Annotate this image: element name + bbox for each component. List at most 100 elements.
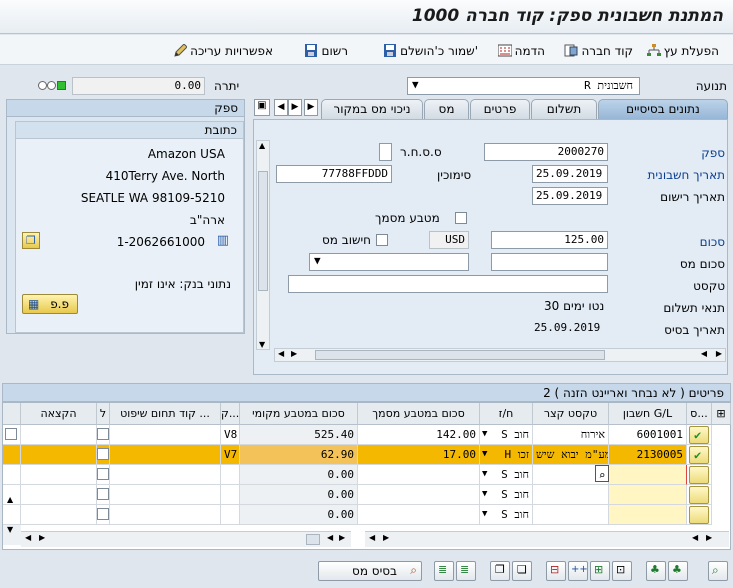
col-amount-doc[interactable]: סכום במטבע מסמך [358, 403, 480, 425]
col-jurisdiction[interactable]: קוד תחום שיפוט ... [110, 403, 221, 425]
toolbar-edit-options-button[interactable]: אפשרויות עריכה [173, 42, 273, 59]
grid-config-icon[interactable]: ⊞ [712, 403, 731, 425]
grid-cell-l[interactable] [97, 425, 110, 445]
grid-hscroll-thumb[interactable] [306, 534, 320, 545]
vendor-field[interactable]: 2000270 [484, 143, 608, 161]
posting-date-field[interactable]: 25.09.2019 [532, 187, 608, 205]
scroll-thumb[interactable] [258, 171, 268, 291]
grid-cell-text[interactable] [533, 505, 609, 525]
grid-cell-assign[interactable] [21, 445, 97, 465]
grid-vertical-scrollbar[interactable]: ▲ ▼ [3, 495, 21, 545]
grid-scroll-right-icon[interactable]: ▶ [39, 533, 45, 542]
scroll-left-end-icon[interactable]: ◀ [701, 349, 707, 358]
row-checkbox[interactable] [97, 468, 109, 480]
col-status[interactable]: ס... [687, 403, 712, 425]
row-check-button[interactable]: ✔ [689, 426, 709, 444]
col-short-text[interactable]: טקסט קצר [533, 403, 609, 425]
grid-cell-dc[interactable]: S חוב ▼ [480, 465, 533, 485]
horizontal-scrollbar[interactable]: ◀ ▶ ◀ ▶ [274, 348, 726, 362]
grid-cell-dc[interactable]: S חוב ▼ [480, 485, 533, 505]
grid-cell-sel[interactable] [3, 425, 21, 445]
grid-cell-account[interactable] [609, 465, 687, 485]
scroll-right-icon[interactable]: ▶ [291, 349, 297, 358]
vertical-scrollbar[interactable]: ▲ ▼ [256, 140, 270, 350]
grid-cell-amount_doc[interactable] [358, 485, 480, 505]
grid-cell-assign[interactable] [21, 485, 97, 505]
grid-cell-sel[interactable] [3, 445, 21, 465]
tab-tax[interactable]: מס [424, 99, 469, 119]
amount-field[interactable]: 125.00 [491, 231, 608, 249]
grid-cell-sel[interactable] [3, 505, 21, 525]
grid-cell-l[interactable] [97, 485, 110, 505]
calc-tax-checkbox[interactable] [376, 234, 388, 249]
phone-icon[interactable]: ▥ [217, 233, 229, 248]
grid-cell-amount_doc[interactable]: 17.00 [358, 445, 480, 465]
grid-cell-dc[interactable]: S חוב ▼ [480, 425, 533, 445]
col-assignment[interactable]: הקצאה [21, 403, 97, 425]
row-select-checkbox[interactable] [5, 428, 17, 440]
grid-cell-amount_doc[interactable] [358, 465, 480, 485]
footer-btn-j[interactable]: ♣ [668, 561, 688, 581]
col-amount-local[interactable]: סכום במטבע מקומי [240, 403, 358, 425]
tab-prev-icon[interactable]: ◀ [274, 99, 288, 116]
vendor-items-button[interactable]: ▦ פ.פ [22, 294, 78, 314]
grid-scroll-left2-icon[interactable]: ◀ [327, 533, 333, 542]
scroll-right-end-icon[interactable]: ▶ [716, 349, 722, 358]
grid-cell-amount_doc[interactable] [358, 505, 480, 525]
footer-btn-k[interactable]: ⌕ [708, 561, 728, 581]
grid-cell-jur[interactable] [110, 505, 221, 525]
search-help-icon[interactable]: ⌕ [595, 465, 609, 482]
grid-cell-l[interactable] [97, 445, 110, 465]
grid-cell-text[interactable]: אירוח [533, 425, 609, 445]
grid-hscrollbar-right[interactable]: ◀ ▶ ◀ ▶ [365, 531, 729, 547]
grid-scroll-left4-icon[interactable]: ◀ [692, 533, 698, 542]
grid-cell-jur[interactable] [110, 465, 221, 485]
tab-details[interactable]: פרטים [470, 99, 530, 119]
grid-hscrollbar-left[interactable]: ◀ ▶ ◀ ▶ [21, 531, 351, 547]
tab-withholding-tax[interactable]: ניכוי מס במקור [321, 99, 423, 119]
footer-btn-g[interactable]: ⊞ [590, 561, 610, 581]
row-checkbox[interactable] [97, 428, 109, 440]
row-empty-button[interactable] [689, 466, 709, 484]
chevron-down-icon[interactable]: ▼ [482, 425, 487, 444]
vendor-detail-button[interactable]: ❐ [22, 232, 40, 249]
hscroll-thumb[interactable] [315, 350, 605, 360]
col-debit-credit[interactable]: ח/ז [480, 403, 533, 425]
scroll-down-icon[interactable]: ▼ [259, 340, 265, 349]
toolbar-tree-button[interactable]: הפעלת עץ [646, 42, 719, 59]
toolbar-company-code-button[interactable]: קוד חברה [564, 42, 633, 59]
invoice-date-field[interactable]: 25.09.2019 [532, 165, 608, 183]
chevron-down-icon[interactable]: ▼ [482, 485, 487, 504]
grid-scroll-down-icon[interactable]: ▼ [7, 525, 13, 534]
ssh-field[interactable] [379, 143, 392, 161]
footer-btn-b[interactable]: ≣ [456, 561, 476, 581]
footer-btn-f[interactable]: ++ [568, 561, 588, 581]
transaction-select[interactable]: R חשבונית ▼ [407, 77, 640, 95]
row-checkbox[interactable] [97, 508, 109, 520]
grid-cell-text[interactable] [533, 485, 609, 505]
grid-scroll-left3-icon[interactable]: ◀ [369, 533, 375, 542]
row-empty-button[interactable] [689, 486, 709, 504]
grid-cell-l[interactable] [97, 465, 110, 485]
footer-btn-a[interactable]: ≣ [434, 561, 454, 581]
grid-cell-account[interactable]: 6001001 [609, 425, 687, 445]
toolbar-save-complete-button[interactable]: שמור כ'הושלם' [383, 42, 478, 59]
toolbar-simulate-button[interactable]: הדמה [497, 42, 545, 59]
scroll-up-icon[interactable]: ▲ [259, 141, 265, 150]
grid-scroll-left-icon[interactable]: ◀ [25, 533, 31, 542]
grid-cell-account[interactable] [609, 485, 687, 505]
tab-basic-data[interactable]: נתונים בסיסיים [598, 99, 728, 119]
tax-code-select[interactable]: ▼ [309, 253, 469, 271]
tax-amount-field[interactable] [491, 253, 608, 271]
tab-next-icon[interactable]: ▶ [288, 99, 302, 116]
doc-currency-checkbox[interactable] [455, 212, 467, 227]
row-empty-button[interactable] [689, 506, 709, 524]
col-l[interactable]: ל [97, 403, 110, 425]
grid-cell-dc[interactable]: S חוב ▼ [480, 505, 533, 525]
grid-scroll-up-icon[interactable]: ▲ [7, 495, 13, 504]
footer-btn-d[interactable]: ❏ [512, 561, 532, 581]
scroll-left-icon[interactable]: ◀ [278, 349, 284, 358]
row-checkbox[interactable] [97, 448, 109, 460]
col-gl-account[interactable]: חשבון G/L [609, 403, 687, 425]
text-field[interactable] [288, 275, 608, 293]
